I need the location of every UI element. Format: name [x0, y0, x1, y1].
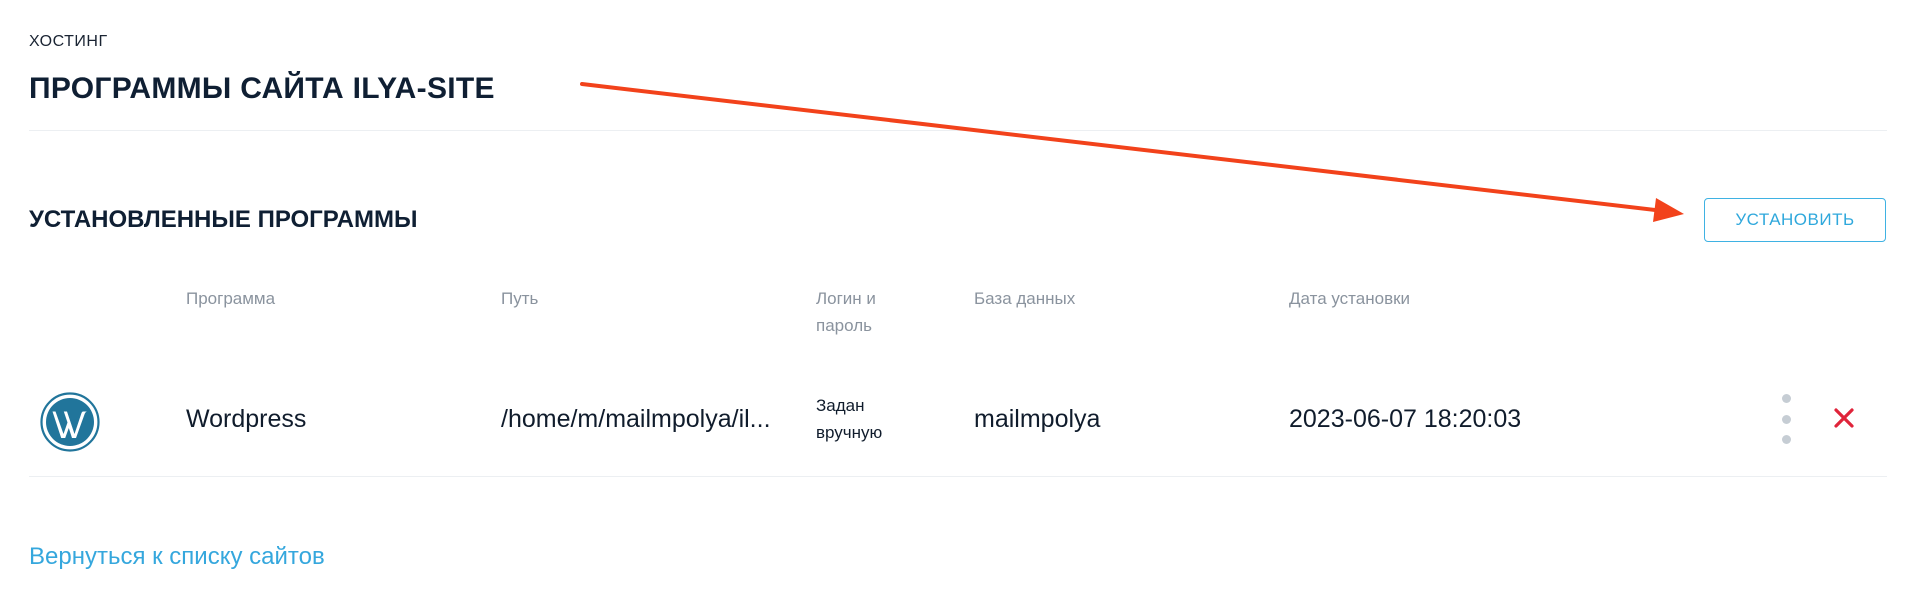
column-header-install-date: Дата установки: [1289, 289, 1411, 308]
login-status: Задан вручную: [816, 392, 882, 446]
install-button[interactable]: УСТАНОВИТЬ: [1704, 198, 1886, 242]
database-name: mailmpolya: [974, 405, 1101, 433]
login-status-line1: Задан: [816, 396, 865, 415]
program-name: Wordpress: [186, 405, 307, 433]
install-date: 2023-06-07 18:20:03: [1289, 405, 1522, 433]
column-header-path: Путь: [501, 289, 539, 308]
column-header-database: База данных: [974, 289, 1076, 308]
delete-icon[interactable]: [1831, 405, 1857, 431]
program-path: /home/m/mailmpolya/il...: [501, 405, 771, 433]
column-header-program: Программа: [186, 289, 276, 308]
more-options-dot: [1781, 394, 1791, 403]
login-status-line2: вручную: [816, 423, 883, 442]
page-title: ПРОГРАММЫ САЙТА ILYA-SITE: [29, 72, 495, 105]
breadcrumb[interactable]: ХОСТИНГ: [29, 33, 108, 51]
more-options-dot: [1781, 435, 1791, 444]
more-options-dot: [1781, 414, 1791, 424]
more-options-icon[interactable]: [1779, 394, 1793, 444]
back-to-sites-link[interactable]: Вернуться к списку сайтов: [29, 543, 325, 571]
header-divider: [29, 130, 1887, 131]
column-header-login: Логин и пароль: [816, 285, 876, 339]
section-title: УСТАНОВЛЕННЫЕ ПРОГРАММЫ: [29, 206, 418, 233]
hosting-programs-page: ХОСТИНГ ПРОГРАММЫ САЙТА ILYA-SITE УСТАНО…: [0, 0, 1920, 607]
wordpress-icon: [40, 392, 100, 452]
column-header-login-line2: пароль: [816, 316, 872, 335]
column-header-login-line1: Логин и: [816, 289, 876, 308]
row-divider: [29, 476, 1887, 477]
